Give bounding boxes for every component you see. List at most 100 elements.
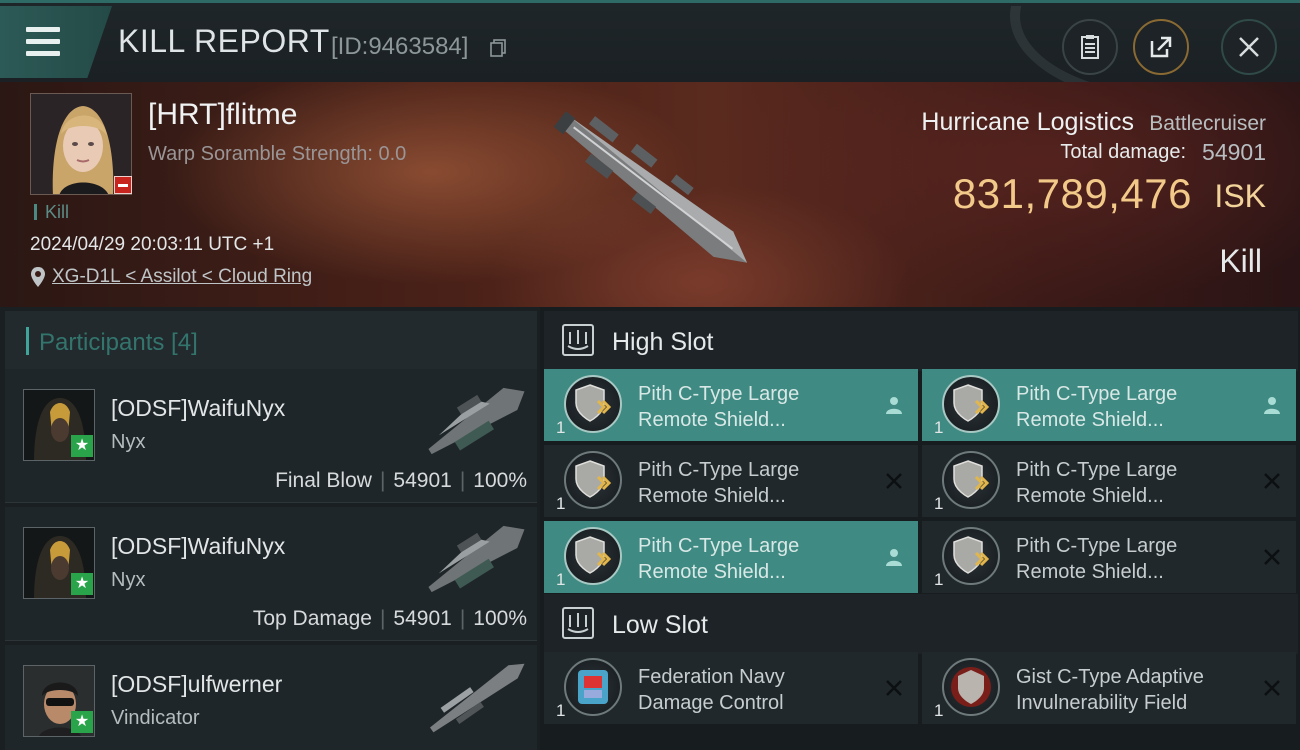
star-icon: ★ [71, 435, 93, 457]
total-damage-value: 54901 [1202, 139, 1266, 165]
participant-damage: 54901 [393, 607, 452, 630]
participant-role: Top Damage [252, 607, 372, 630]
participant-row[interactable]: ★ [ODSF]WaifuNyx Nyx Final Blow | 54901 | 10… [5, 369, 537, 503]
victim-ship-name[interactable]: Hurricane Logistics [921, 108, 1134, 137]
module-icon [942, 527, 1000, 585]
planet-decoration [1010, 6, 1240, 85]
clipboard-icon [1081, 35, 1099, 59]
module-quantity: 1 [556, 418, 566, 437]
module-quantity: 1 [934, 701, 944, 720]
close-button[interactable] [1221, 19, 1277, 75]
participants-header[interactable]: Participants [4] [5, 311, 537, 371]
participants-panel: Participants [4] ★ [ODSF]WaifuNyx Nyx Fi… [0, 307, 540, 750]
module-quantity: 1 [934, 418, 944, 437]
high-slot-module[interactable]: 1 Pith C-Type Large Remote Shield... [922, 369, 1296, 441]
destroyed-x-icon [1264, 680, 1280, 696]
isk-unit: ISK [1214, 178, 1266, 214]
participant-damage: 54901 [393, 469, 452, 492]
participant-ship: Vindicator [111, 707, 200, 729]
person-icon[interactable] [882, 545, 906, 569]
module-icon [942, 451, 1000, 509]
clipboard-button[interactable] [1062, 19, 1118, 75]
participants-label: Participants [4] [39, 329, 198, 356]
share-button[interactable] [1133, 19, 1189, 75]
destroyed-x-icon [1264, 473, 1280, 489]
high-slot-module[interactable]: 1 Pith C-Type Large Remote Shield... [922, 445, 1296, 517]
module-icon [564, 658, 622, 716]
module-name: Pith C-Type Large Remote Shield... [1016, 535, 1178, 583]
high-slot-label: High Slot [612, 328, 714, 356]
close-icon [1239, 37, 1259, 57]
module-icon [942, 375, 1000, 433]
victim-name[interactable]: [HRT]flitme [148, 98, 297, 132]
menu-icon [26, 27, 60, 32]
low-slot-module[interactable]: 1 Federation Navy Damage Control [544, 652, 918, 724]
destroyed-x-icon [886, 473, 902, 489]
module-name: Pith C-Type Large Remote Shield... [1016, 383, 1178, 431]
header-bar: KILL REPORT [ID:9463584] [0, 0, 1300, 85]
total-damage-label: Total damage: [1060, 141, 1186, 163]
star-icon: ★ [71, 573, 93, 595]
participant-name: [ODSF]WaifuNyx [111, 395, 286, 421]
participant-percent: 100% [473, 607, 527, 630]
fitting-panel: High Slot 1 Pith C-Type Large Remote Shiel… [540, 307, 1300, 750]
module-name: Pith C-Type Large Remote Shield... [638, 535, 800, 583]
page-title: KILL REPORT [118, 23, 330, 59]
kill-datetime: 2024/04/29 20:03:11 UTC +1 [30, 234, 275, 255]
kill-tag: Kill [34, 203, 69, 221]
hostile-badge [114, 176, 132, 194]
module-quantity: 1 [934, 494, 944, 513]
location-pin-icon [31, 267, 45, 287]
high-slot-module[interactable]: 1 Pith C-Type Large Remote Shield... [544, 445, 918, 517]
location-link[interactable]: XG-D1L < Assilot < Cloud Ring [52, 266, 312, 288]
participant-name: [ODSF]WaifuNyx [111, 533, 286, 559]
module-icon [564, 527, 622, 585]
share-icon [1150, 36, 1172, 58]
destroyed-x-icon [886, 680, 902, 696]
module-icon [564, 375, 622, 433]
high-slot-module[interactable]: 1 Pith C-Type Large Remote Shield... [922, 521, 1296, 593]
destroyed-x-icon [1264, 549, 1280, 565]
module-icon [942, 658, 1000, 716]
person-icon[interactable] [1260, 393, 1284, 417]
low-slot-icon [562, 607, 594, 639]
module-quantity: 1 [556, 570, 566, 589]
participant-ship: Nyx [111, 569, 146, 591]
report-id: [ID:9463584] [331, 33, 469, 60]
person-icon[interactable] [882, 393, 906, 417]
module-name: Pith C-Type Large Remote Shield... [638, 459, 800, 507]
participant-ship-image [428, 387, 525, 455]
menu-button[interactable] [0, 6, 112, 78]
module-icon [564, 451, 622, 509]
high-slot-icon [562, 324, 594, 356]
isk-value: 831,789,476 [952, 170, 1192, 217]
module-name: Gist C-Type Adaptive Invulnerability Fiel… [1016, 666, 1204, 714]
warp-scramble-strength: Warp Soramble Strength: 0.0 [148, 143, 407, 165]
participant-stats: Final Blow | 54901 | 100% [275, 469, 527, 492]
victim-ship-image [553, 111, 748, 263]
module-quantity: 1 [556, 701, 566, 720]
high-slot-module[interactable]: 1 Pith C-Type Large Remote Shield... [544, 521, 918, 593]
kill-outcome: Kill [1219, 243, 1262, 279]
participant-ship-image [429, 663, 525, 733]
copy-icon[interactable] [490, 39, 506, 57]
participant-name: [ODSF]ulfwerner [111, 671, 283, 697]
module-quantity: 1 [556, 494, 566, 513]
low-slot-module[interactable]: 1 Gist C-Type Adaptive Invulnerability Fie… [922, 652, 1296, 724]
module-name: Federation Navy Damage Control [638, 666, 785, 714]
victim-ship-class: Battlecruiser [1149, 112, 1266, 135]
low-slot-header: Low Slot [544, 594, 1298, 654]
participant-ship: Nyx [111, 431, 146, 453]
star-icon: ★ [71, 711, 93, 733]
participant-stats: Top Damage | 54901 | 100% [252, 607, 527, 630]
participant-role: Final Blow [275, 469, 372, 492]
low-slot-label: Low Slot [612, 611, 708, 639]
participant-row[interactable]: ★ [ODSF]WaifuNyx Nyx Top Damage | 54901 | 10… [5, 507, 537, 641]
participant-row[interactable]: ★ [ODSF]ulfwerner Vindicator [5, 645, 537, 750]
high-slot-module[interactable]: 1 Pith C-Type Large Remote Shield... [544, 369, 918, 441]
high-slot-header: High Slot [544, 311, 1298, 371]
module-name: Pith C-Type Large Remote Shield... [638, 383, 800, 431]
module-name: Pith C-Type Large Remote Shield... [1016, 459, 1178, 507]
module-quantity: 1 [934, 570, 944, 589]
participant-ship-image [428, 525, 525, 593]
